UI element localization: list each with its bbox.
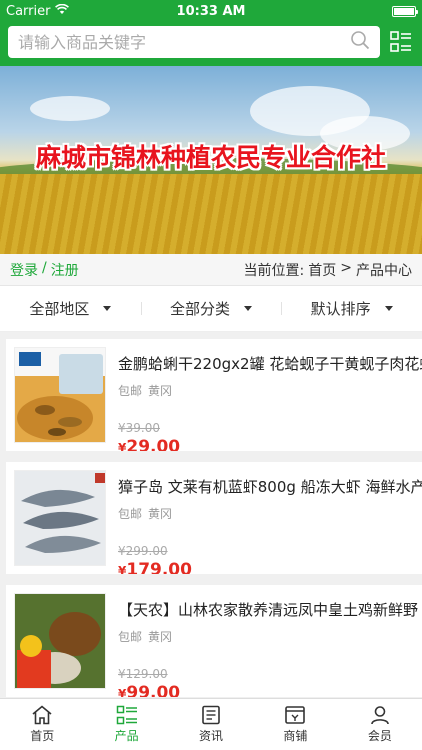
tab-home[interactable]: 首页: [0, 699, 84, 750]
shop-icon: [285, 706, 306, 724]
banner-title: 麻城市锦林种植农民专业合作社: [35, 143, 386, 172]
member-icon: [371, 706, 389, 725]
filter-bar: 全部地区 全部分类 默认排序: [0, 286, 422, 332]
breadcrumb: 当前位置: 首页 > 产品中心: [244, 260, 412, 280]
tab-news[interactable]: 资讯: [169, 699, 253, 750]
breadcrumb-home[interactable]: 首页: [308, 260, 336, 280]
sale-price: ¥99.00: [118, 683, 181, 697]
product-name[interactable]: 金鹏蛤蜊干220gx2罐 花蛤蚬子干黄蚬子肉花蛤: [118, 353, 422, 374]
category-menu-button[interactable]: [388, 29, 414, 55]
sort-filter-label: 默认排序: [310, 300, 371, 318]
sale-price: ¥179.00: [118, 560, 192, 574]
caret-down-icon: [244, 306, 253, 311]
tab-shops-label: 商铺: [283, 729, 308, 743]
product-list: 金鹏蛤蜊干220gx2罐 花蛤蚬子干黄蚬子肉花蛤 包邮 黄冈 ¥39.00 ¥29…: [0, 332, 422, 697]
shipping-tag: 包邮: [118, 384, 143, 398]
category-filter-label: 全部分类: [170, 300, 231, 318]
battery-icon: [392, 5, 418, 17]
tab-member[interactable]: 会员: [338, 699, 422, 750]
region-filter[interactable]: 全部地区: [0, 298, 141, 319]
product-card[interactable]: 【天农】山林农家散养清远凤中皇土鸡新鲜野 包邮 黄冈 ¥129.00 ¥99.00: [6, 585, 422, 697]
location-tag: 黄冈: [148, 384, 173, 398]
product-card[interactable]: 獐子岛 文莱有机蓝虾800g 船冻大虾 海鲜水产 包邮 黄冈 ¥299.00 ¥1…: [6, 462, 422, 574]
region-filter-label: 全部地区: [29, 300, 90, 318]
tab-products[interactable]: 产品: [84, 699, 168, 750]
breadcrumb-current: 产品中心: [356, 262, 412, 279]
search-icon[interactable]: [350, 30, 370, 54]
news-icon: [202, 705, 220, 725]
location-bar: 登录 / 注册 当前位置: 首页 > 产品中心: [0, 254, 422, 286]
product-card[interactable]: 金鹏蛤蜊干220gx2罐 花蛤蚬子干黄蚬子肉花蛤 包邮 黄冈 ¥39.00 ¥29…: [6, 339, 422, 451]
search-box: [8, 26, 380, 58]
location-tag: 黄冈: [148, 507, 173, 521]
auth-separator: /: [42, 259, 47, 276]
product-image: [14, 593, 106, 689]
tab-home-label: 首页: [30, 729, 55, 743]
original-price: ¥299.00: [118, 544, 168, 558]
shipping-tag: 包邮: [118, 630, 143, 644]
breadcrumb-arrow: >: [340, 259, 352, 276]
sort-filter[interactable]: 默认排序: [281, 298, 422, 319]
product-list-icon: [116, 705, 137, 725]
original-price: ¥39.00: [118, 421, 160, 435]
shipping-tag: 包邮: [118, 507, 143, 521]
carrier-label: Carrier: [6, 3, 51, 19]
product-name[interactable]: 獐子岛 文莱有机蓝虾800g 船冻大虾 海鲜水产: [118, 476, 422, 497]
product-name[interactable]: 【天农】山林农家散养清远凤中皇土鸡新鲜野: [118, 599, 422, 620]
grid-menu-icon: [390, 31, 411, 52]
product-image: [14, 347, 106, 443]
tab-news-label: 资讯: [199, 729, 224, 743]
wifi-icon: [55, 3, 70, 19]
tab-member-label: 会员: [367, 729, 392, 743]
category-filter[interactable]: 全部分类: [140, 298, 282, 319]
product-image: [14, 470, 106, 566]
banner[interactable]: 麻城市锦林种植农民专业合作社: [0, 66, 422, 254]
auth-links: 登录 / 注册: [10, 260, 79, 280]
tab-bar: 首页 产品 资讯 商铺 会员: [0, 698, 422, 750]
location-tag: 黄冈: [148, 630, 173, 644]
status-bar: Carrier 10:33 AM: [0, 0, 422, 22]
carrier-group: Carrier: [6, 3, 70, 19]
tab-shops[interactable]: 商铺: [253, 699, 337, 750]
register-link[interactable]: 注册: [51, 260, 79, 280]
caret-down-icon: [103, 306, 112, 311]
header: Carrier 10:33 AM: [0, 0, 422, 66]
sale-price: ¥29.00: [118, 437, 181, 451]
search-input[interactable]: [18, 32, 350, 52]
caret-down-icon: [384, 306, 393, 311]
home-icon: [32, 705, 52, 725]
breadcrumb-label: 当前位置:: [243, 262, 305, 279]
original-price: ¥129.00: [118, 667, 168, 681]
login-link[interactable]: 登录: [10, 260, 38, 280]
tab-products-label: 产品: [114, 729, 139, 743]
